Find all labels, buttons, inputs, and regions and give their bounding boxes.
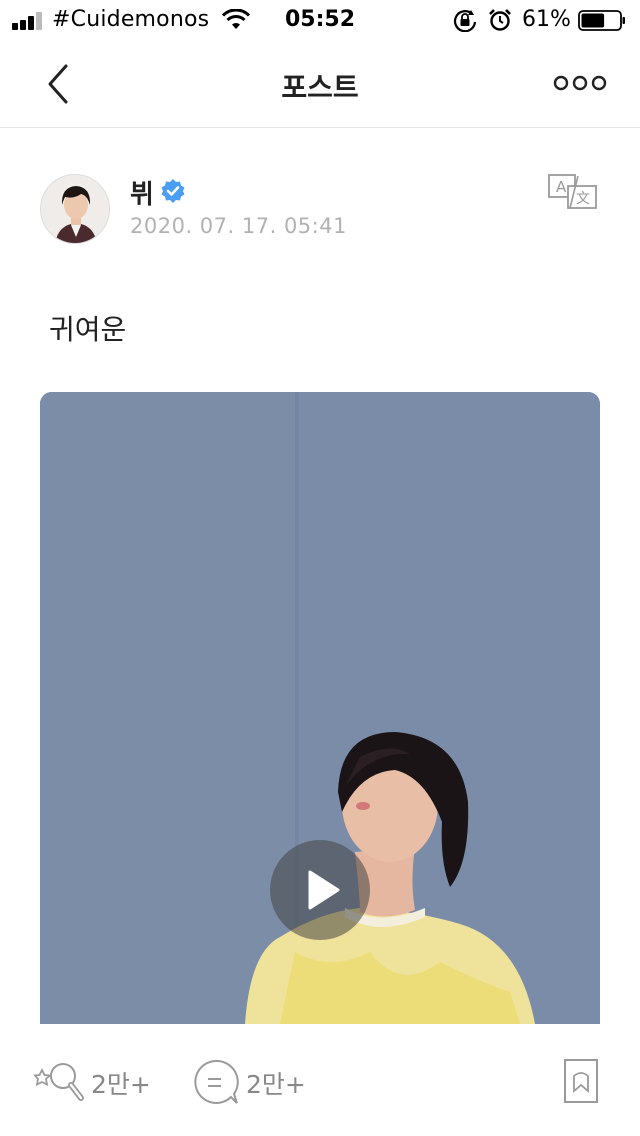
- bookmark-icon[interactable]: [563, 1058, 599, 1104]
- author-avatar[interactable]: [40, 174, 110, 244]
- status-bar: #Cuidemonos 05:52 61%: [0, 0, 640, 40]
- svg-text:文: 文: [576, 191, 590, 207]
- comment-bubble-icon[interactable]: [193, 1059, 239, 1105]
- svg-text:A: A: [556, 178, 567, 196]
- cheer-wand-icon[interactable]: [33, 1060, 89, 1104]
- alarm-icon: [489, 9, 511, 31]
- battery-level-fill: [581, 13, 605, 28]
- verified-badge-icon: [161, 179, 185, 203]
- comment-count: 2만+: [246, 1070, 306, 1099]
- post-action-bar: 2만+ 2만+: [0, 1040, 640, 1136]
- play-button[interactable]: [270, 840, 370, 940]
- like-count: 2만+: [91, 1070, 151, 1099]
- page-title: 포스트: [281, 71, 359, 104]
- play-icon: [308, 870, 340, 910]
- navigation-bar: 포스트: [0, 40, 640, 128]
- author-name[interactable]: 뷔: [130, 174, 154, 211]
- post-video[interactable]: [40, 392, 600, 1024]
- rotation-lock-icon: [453, 10, 477, 32]
- battery-percentage: 61%: [522, 7, 571, 32]
- battery-icon: [578, 10, 625, 31]
- translate-icon[interactable]: A 文: [548, 174, 598, 210]
- more-horizontal-icon[interactable]: [553, 72, 607, 94]
- post-timestamp: 2020. 07. 17. 05:41: [130, 214, 347, 238]
- post-body-text: 귀여운: [49, 313, 127, 346]
- avatar-image: [41, 175, 109, 243]
